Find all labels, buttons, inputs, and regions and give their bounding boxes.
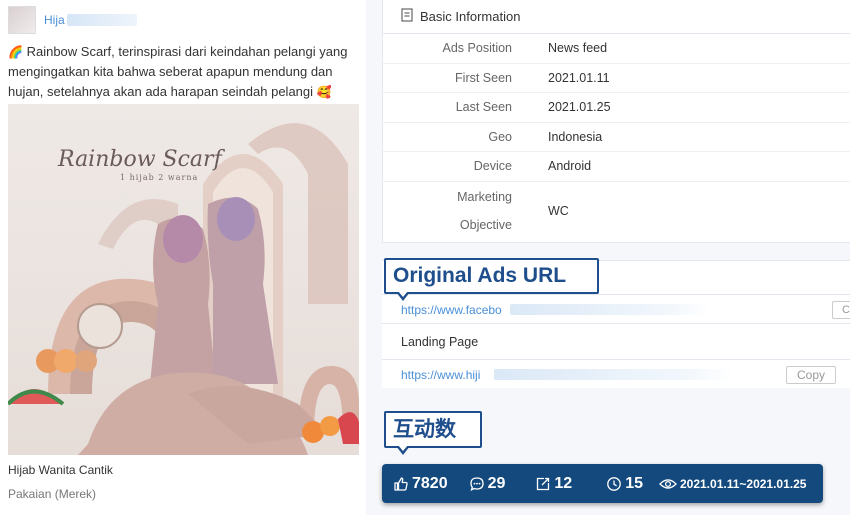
- url-redacted: [510, 304, 710, 315]
- thumbs-up-icon: [394, 476, 408, 491]
- author-name[interactable]: Hija: [44, 13, 65, 27]
- author-name-redacted: [66, 14, 137, 26]
- avatar: [8, 6, 36, 34]
- days-count: 15: [625, 474, 643, 492]
- info-value: WC: [548, 203, 569, 218]
- ad-author[interactable]: Hija: [8, 6, 137, 34]
- interactions-callout: 互动数: [384, 411, 482, 455]
- info-label: First Seen: [455, 70, 512, 85]
- info-label: Device: [473, 159, 512, 174]
- comments-count: 29: [487, 474, 506, 492]
- shares-stat: 12: [535, 475, 572, 493]
- info-row-ads-position: Ads Position News feed: [383, 34, 850, 64]
- ad-text-line3: hujan, setelahnya akan ada harapan seind…: [8, 84, 314, 99]
- basic-information-header: Basic Information: [383, 0, 850, 34]
- landing-page-url-link[interactable]: https://www.hiji: [401, 368, 480, 382]
- ad-caption-title: Hijab Wanita Cantik: [8, 463, 113, 477]
- info-value: Indonesia: [548, 129, 603, 144]
- info-row-device: Device Android: [383, 152, 850, 182]
- copy-original-url-button[interactable]: C: [832, 301, 850, 319]
- info-value: 2021.01.25: [548, 100, 611, 115]
- image-title-text: Rainbow Scarf: [57, 147, 226, 172]
- date-range-text: 2021.01.11~2021.01.25: [679, 476, 807, 491]
- likes-count: 7820: [412, 474, 448, 492]
- info-value: News feed: [548, 41, 608, 56]
- ad-photo-illustration: Rainbow Scarf 1 hijab 2 warna: [8, 104, 359, 455]
- eye-icon: [659, 478, 677, 489]
- ad-body-text: 🌈 Rainbow Scarf, terinspirasi dari keind…: [8, 42, 360, 102]
- copy-landing-url-button[interactable]: Copy: [786, 366, 836, 384]
- info-label: Last Seen: [455, 100, 512, 115]
- basic-information-card: Basic Information Ads Position News feed…: [382, 0, 850, 243]
- url-redacted: [494, 369, 734, 380]
- comments-stat: 29: [469, 474, 506, 493]
- info-label: Marketing Objective: [383, 183, 512, 239]
- info-row-geo: Geo Indonesia: [383, 123, 850, 152]
- landing-url-row: https://www.hiji Copy: [382, 359, 850, 389]
- info-row-last-seen: Last Seen 2021.01.25: [383, 93, 850, 123]
- ad-creative-image[interactable]: Rainbow Scarf 1 hijab 2 warna: [8, 104, 359, 455]
- original-ads-url-link[interactable]: https://www.facebo: [401, 303, 502, 317]
- info-value: Android: [548, 159, 592, 174]
- info-label-line1: Marketing: [457, 189, 512, 204]
- ad-caption-category: Pakaian (Merek): [8, 487, 97, 501]
- original-ads-url-callout: Original Ads URL: [384, 258, 599, 301]
- basic-information-title: Basic Information: [420, 9, 521, 24]
- info-value: 2021.01.11: [548, 70, 610, 85]
- rainbow-emoji-icon: 🌈: [8, 45, 23, 59]
- shares-count: 12: [554, 474, 573, 492]
- info-label: Geo: [488, 129, 512, 144]
- info-label-line2: Objective: [459, 217, 512, 232]
- info-row-marketing-objective: Marketing Objective WC: [383, 182, 850, 240]
- landing-page-label: Landing Page: [401, 335, 479, 349]
- likes-stat: 7820: [393, 475, 448, 493]
- ad-text-line1: Rainbow Scarf, terinspirasi dari keindah…: [26, 44, 348, 59]
- image-subtitle-text: 1 hijab 2 warna: [120, 173, 198, 182]
- comment-icon: [469, 476, 484, 491]
- engagement-stats-bar: 7820 29 12 15 2021.01.11~2021.01.25: [382, 464, 823, 503]
- days-stat: 15: [606, 475, 643, 493]
- original-url-row: https://www.facebo C: [382, 294, 850, 324]
- ad-preview-card: Hija 🌈 Rainbow Scarf, terinspirasi dari …: [0, 0, 366, 515]
- info-label: Ads Position: [442, 41, 512, 56]
- document-icon: [400, 8, 414, 25]
- ad-text-line2: mengingatkan kita bahwa seberat apapun m…: [8, 64, 333, 79]
- date-range-stat: 2021.01.11~2021.01.25: [659, 477, 806, 491]
- share-icon: [537, 477, 550, 490]
- info-row-first-seen: First Seen 2021.01.11: [383, 64, 850, 93]
- smiling-hearts-emoji-icon: 🥰: [316, 85, 332, 99]
- clock-icon: [607, 476, 622, 491]
